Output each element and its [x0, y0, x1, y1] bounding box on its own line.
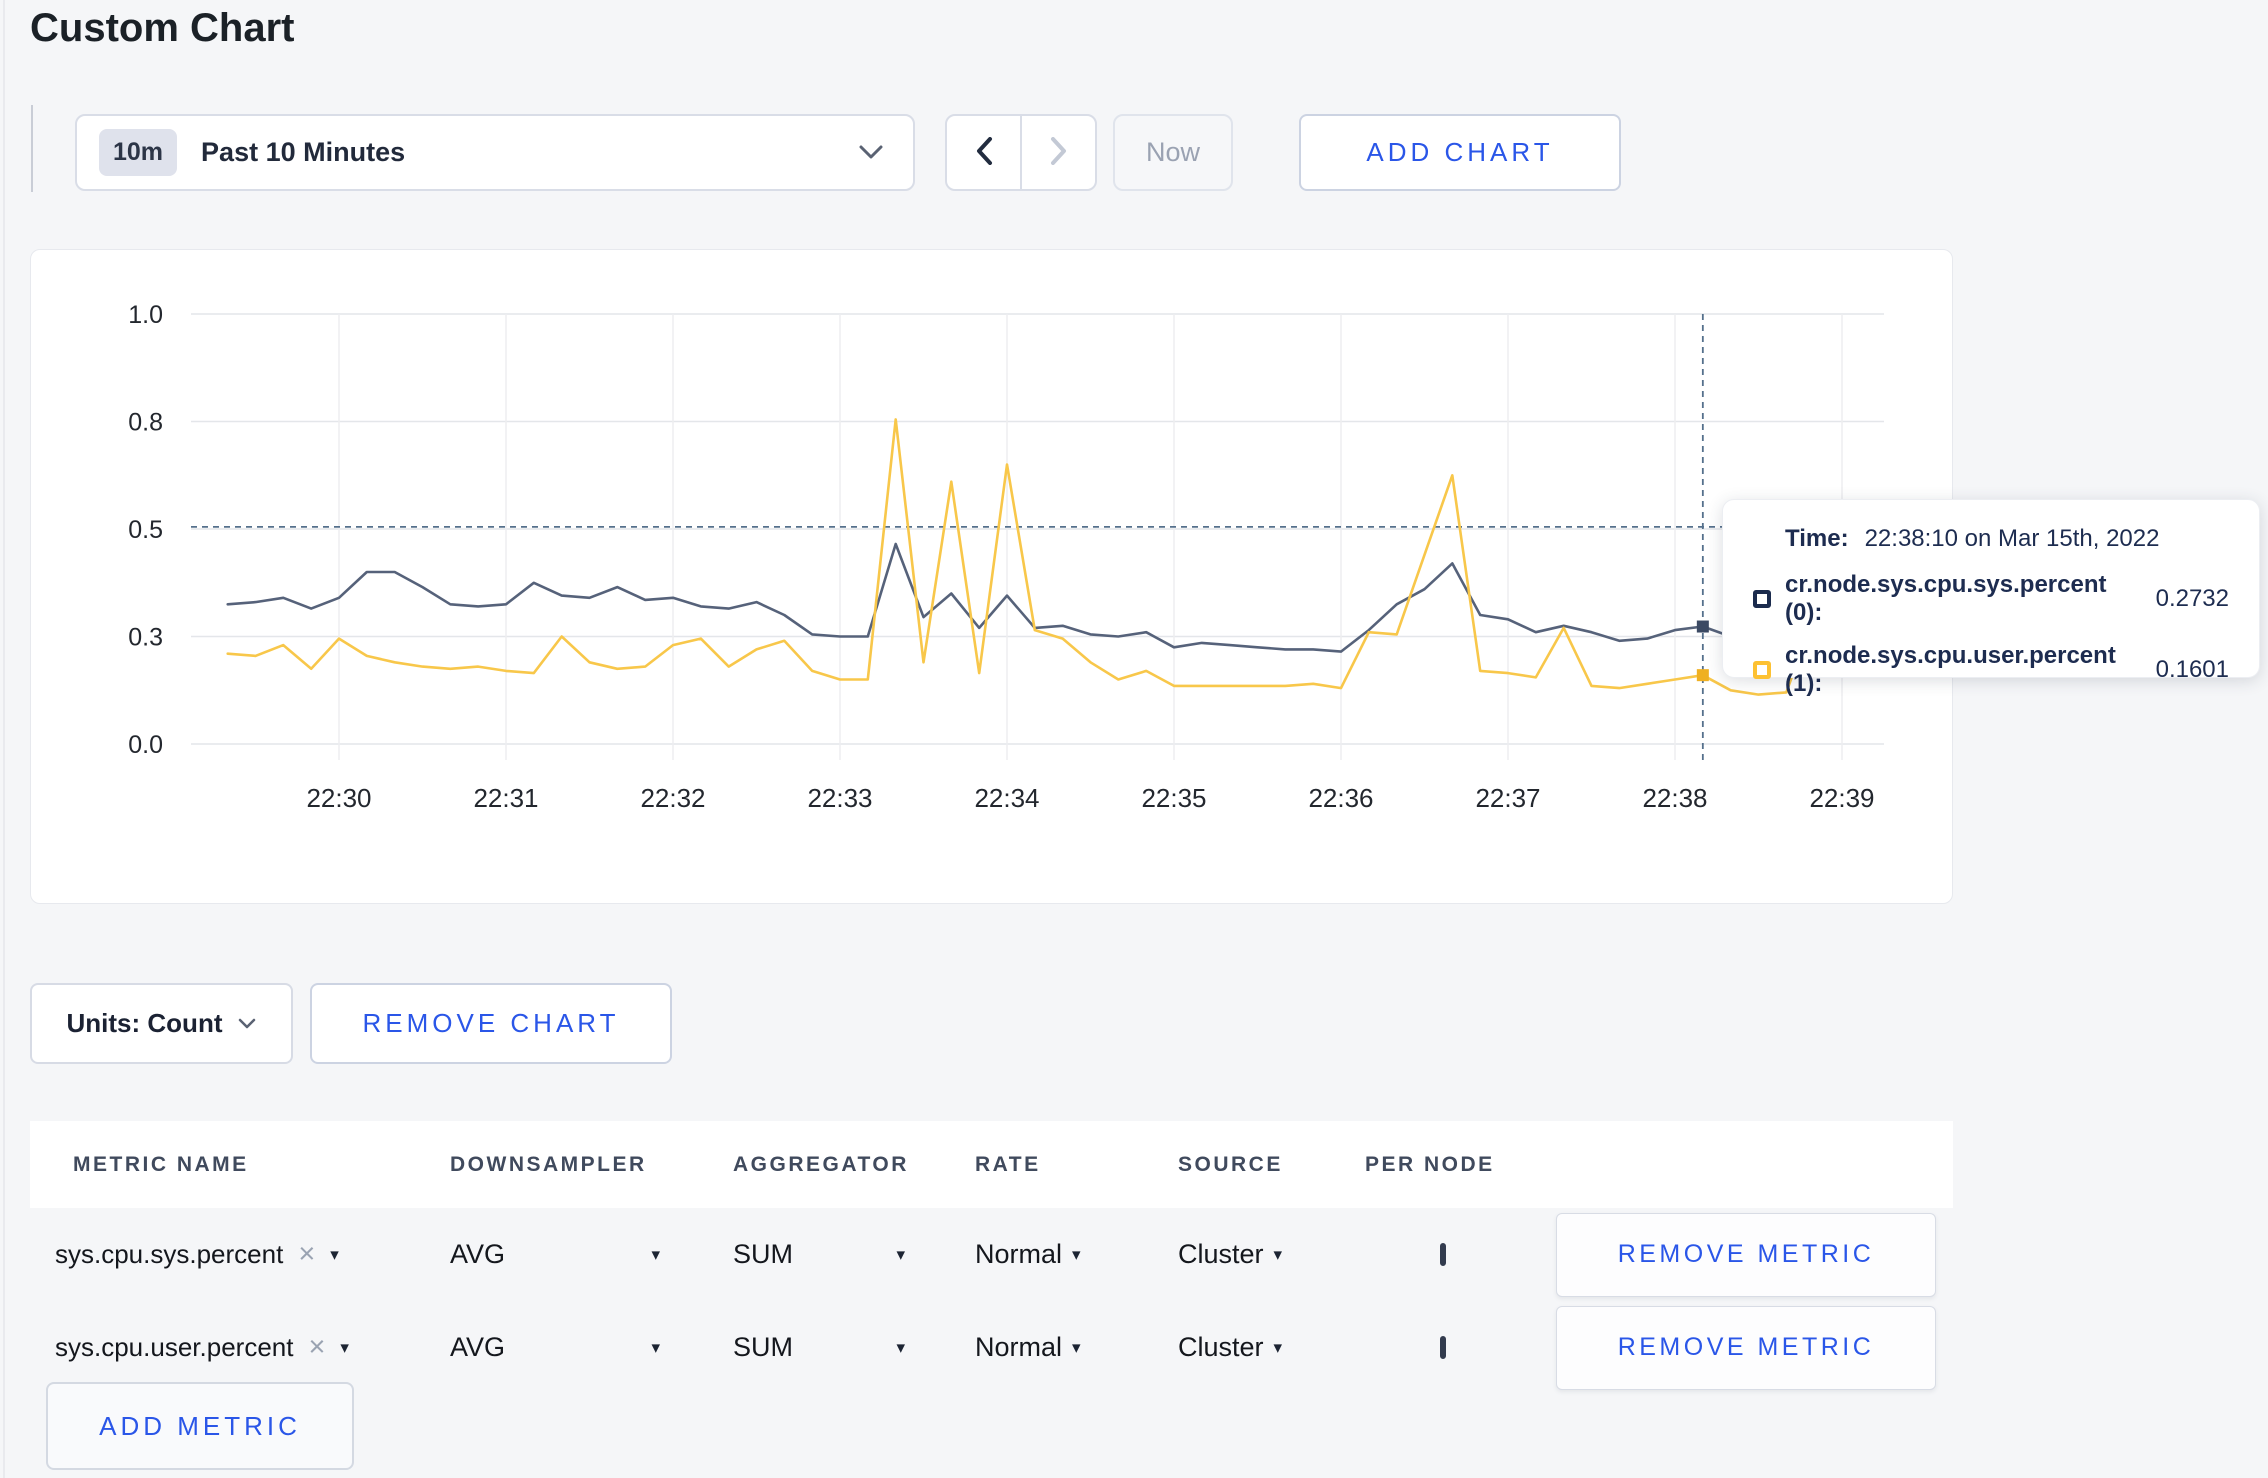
page-left-divider: [3, 0, 5, 1478]
metric-name-value: sys.cpu.user.percent: [55, 1332, 294, 1362]
user-percent-swatch-icon: [1753, 661, 1771, 679]
time-range-label: Past 10 Minutes: [201, 137, 406, 167]
chart-hover-tooltip: Time: 22:38:10 on Mar 15th, 2022 cr.node.…: [1722, 499, 2260, 697]
time-toolbar: 10m Past 10 Minutes Now ADD CHART: [75, 114, 1621, 191]
dropdown-caret-icon: ▾: [340, 1338, 349, 1357]
svg-text:22:32: 22:32: [640, 783, 705, 813]
tooltip-series-row: cr.node.sys.cpu.user.percent (1): 0.1601: [1753, 642, 2229, 698]
toolbar-left-divider: [31, 105, 33, 192]
tooltip-time-row: Time: 22:38:10 on Mar 15th, 2022: [1785, 525, 2229, 553]
dropdown-caret-icon: ▾: [1072, 1245, 1081, 1264]
add-metric-button[interactable]: ADD METRIC: [46, 1382, 354, 1470]
rate-value: Normal: [975, 1239, 1063, 1269]
metric-name-select[interactable]: sys.cpu.user.percent × ▾: [55, 1332, 450, 1363]
rate-value: Normal: [975, 1332, 1063, 1362]
column-header-source: SOURCE: [1178, 1152, 1283, 1176]
aggregator-value: SUM: [733, 1239, 793, 1269]
rate-select[interactable]: Normal ▾: [975, 1239, 1178, 1270]
svg-text:0.8: 0.8: [128, 409, 163, 437]
column-header-rate: RATE: [975, 1152, 1041, 1176]
metric-row: sys.cpu.user.percent × ▾ AVG ▾ SUM ▾ Nor…: [30, 1301, 1953, 1394]
chevron-down-icon: [238, 1018, 256, 1030]
chevron-down-icon: [859, 145, 883, 160]
metrics-table-header: METRIC NAME DOWNSAMPLER AGGREGATOR RATE …: [30, 1121, 1953, 1208]
tooltip-series-value: 0.1601: [2155, 656, 2229, 683]
tooltip-series-row: cr.node.sys.cpu.sys.percent (0): 0.2732: [1753, 571, 2229, 627]
clear-metric-icon[interactable]: ×: [308, 1333, 325, 1362]
time-range-select[interactable]: 10m Past 10 Minutes: [75, 114, 915, 191]
dropdown-caret-icon: ▾: [651, 1245, 660, 1264]
source-select[interactable]: Cluster ▾: [1178, 1239, 1365, 1270]
dropdown-caret-icon: ▾: [896, 1245, 905, 1264]
remove-metric-button[interactable]: REMOVE METRIC: [1556, 1305, 1936, 1390]
svg-text:22:34: 22:34: [974, 783, 1039, 813]
column-header-downsampler: DOWNSAMPLER: [450, 1152, 647, 1176]
downsampler-value: AVG: [450, 1239, 506, 1269]
tooltip-time-value: 22:38:10 on Mar 15th, 2022: [1864, 525, 2160, 552]
units-label: Units: Count: [66, 1008, 223, 1038]
svg-text:22:36: 22:36: [1308, 783, 1373, 813]
next-interval-button[interactable]: [1022, 116, 1095, 189]
now-button[interactable]: Now: [1113, 114, 1233, 191]
metric-name-value: sys.cpu.sys.percent: [55, 1239, 284, 1269]
source-select[interactable]: Cluster ▾: [1178, 1332, 1365, 1363]
clear-metric-icon[interactable]: ×: [298, 1240, 315, 1269]
rate-select[interactable]: Normal ▾: [975, 1332, 1178, 1363]
aggregator-value: SUM: [733, 1332, 793, 1362]
dropdown-caret-icon: ▾: [1273, 1245, 1283, 1264]
dropdown-caret-icon: ▾: [330, 1245, 339, 1264]
remove-chart-button[interactable]: REMOVE CHART: [310, 983, 672, 1064]
metric-row: sys.cpu.sys.percent × ▾ AVG ▾ SUM ▾ Norm…: [30, 1208, 1953, 1301]
per-node-checkbox[interactable]: [1440, 1335, 1446, 1359]
column-header-metric-name: METRIC NAME: [73, 1152, 249, 1176]
svg-text:22:35: 22:35: [1141, 783, 1206, 813]
svg-text:0.0: 0.0: [128, 731, 163, 759]
svg-text:1.0: 1.0: [128, 301, 163, 329]
svg-text:22:30: 22:30: [306, 783, 371, 813]
source-value: Cluster: [1178, 1239, 1264, 1269]
tooltip-series-label: cr.node.sys.cpu.user.percent (1):: [1785, 642, 2116, 697]
tooltip-time-label: Time:: [1785, 525, 1849, 552]
downsampler-select[interactable]: AVG ▾: [450, 1332, 660, 1363]
aggregator-select[interactable]: SUM ▾: [733, 1332, 905, 1363]
chevron-left-icon: [975, 137, 993, 168]
source-value: Cluster: [1178, 1332, 1264, 1362]
svg-text:0.5: 0.5: [128, 516, 163, 544]
downsampler-select[interactable]: AVG ▾: [450, 1239, 660, 1270]
column-header-per-node: PER NODE: [1365, 1152, 1495, 1176]
downsampler-value: AVG: [450, 1332, 506, 1362]
dropdown-caret-icon: ▾: [896, 1338, 905, 1357]
cpu-percent-line-chart[interactable]: 1.0 0.8 0.5 0.3 0.0 22:30 22:31 22:32 22:33 22:34…: [31, 250, 1954, 905]
chart-card: 1.0 0.8 0.5 0.3 0.0 22:30 22:31 22:32 22:33 22:34…: [30, 249, 1953, 904]
prev-interval-button[interactable]: [947, 116, 1022, 189]
units-select[interactable]: Units: Count: [30, 983, 293, 1064]
svg-text:22:37: 22:37: [1475, 783, 1540, 813]
per-node-checkbox[interactable]: [1440, 1242, 1446, 1266]
chart-actions-row: Units: Count REMOVE CHART: [30, 983, 672, 1064]
svg-text:22:38: 22:38: [1642, 783, 1707, 813]
page-title: Custom Chart: [30, 6, 295, 50]
svg-text:22:31: 22:31: [473, 783, 538, 813]
metrics-table: METRIC NAME DOWNSAMPLER AGGREGATOR RATE …: [30, 1121, 1953, 1394]
dropdown-caret-icon: ▾: [1273, 1338, 1283, 1357]
sys-percent-swatch-icon: [1753, 590, 1771, 608]
custom-chart-page: Custom Chart 10m Past 10 Minutes Now ADD…: [0, 0, 2268, 1478]
dropdown-caret-icon: ▾: [651, 1338, 660, 1357]
svg-text:22:39: 22:39: [1809, 783, 1874, 813]
add-chart-button[interactable]: ADD CHART: [1299, 114, 1621, 191]
tooltip-series-value: 0.2732: [2155, 585, 2229, 612]
svg-text:22:33: 22:33: [807, 783, 872, 813]
metric-name-select[interactable]: sys.cpu.sys.percent × ▾: [55, 1239, 450, 1270]
time-pager: [945, 114, 1097, 191]
chevron-right-icon: [1050, 137, 1068, 168]
column-header-aggregator: AGGREGATOR: [733, 1152, 909, 1176]
aggregator-select[interactable]: SUM ▾: [733, 1239, 905, 1270]
time-range-badge: 10m: [99, 129, 178, 176]
svg-text:0.3: 0.3: [128, 624, 163, 652]
dropdown-caret-icon: ▾: [1072, 1338, 1081, 1357]
tooltip-series-label: cr.node.sys.cpu.sys.percent (0):: [1785, 571, 2107, 626]
remove-metric-button[interactable]: REMOVE METRIC: [1556, 1212, 1936, 1297]
